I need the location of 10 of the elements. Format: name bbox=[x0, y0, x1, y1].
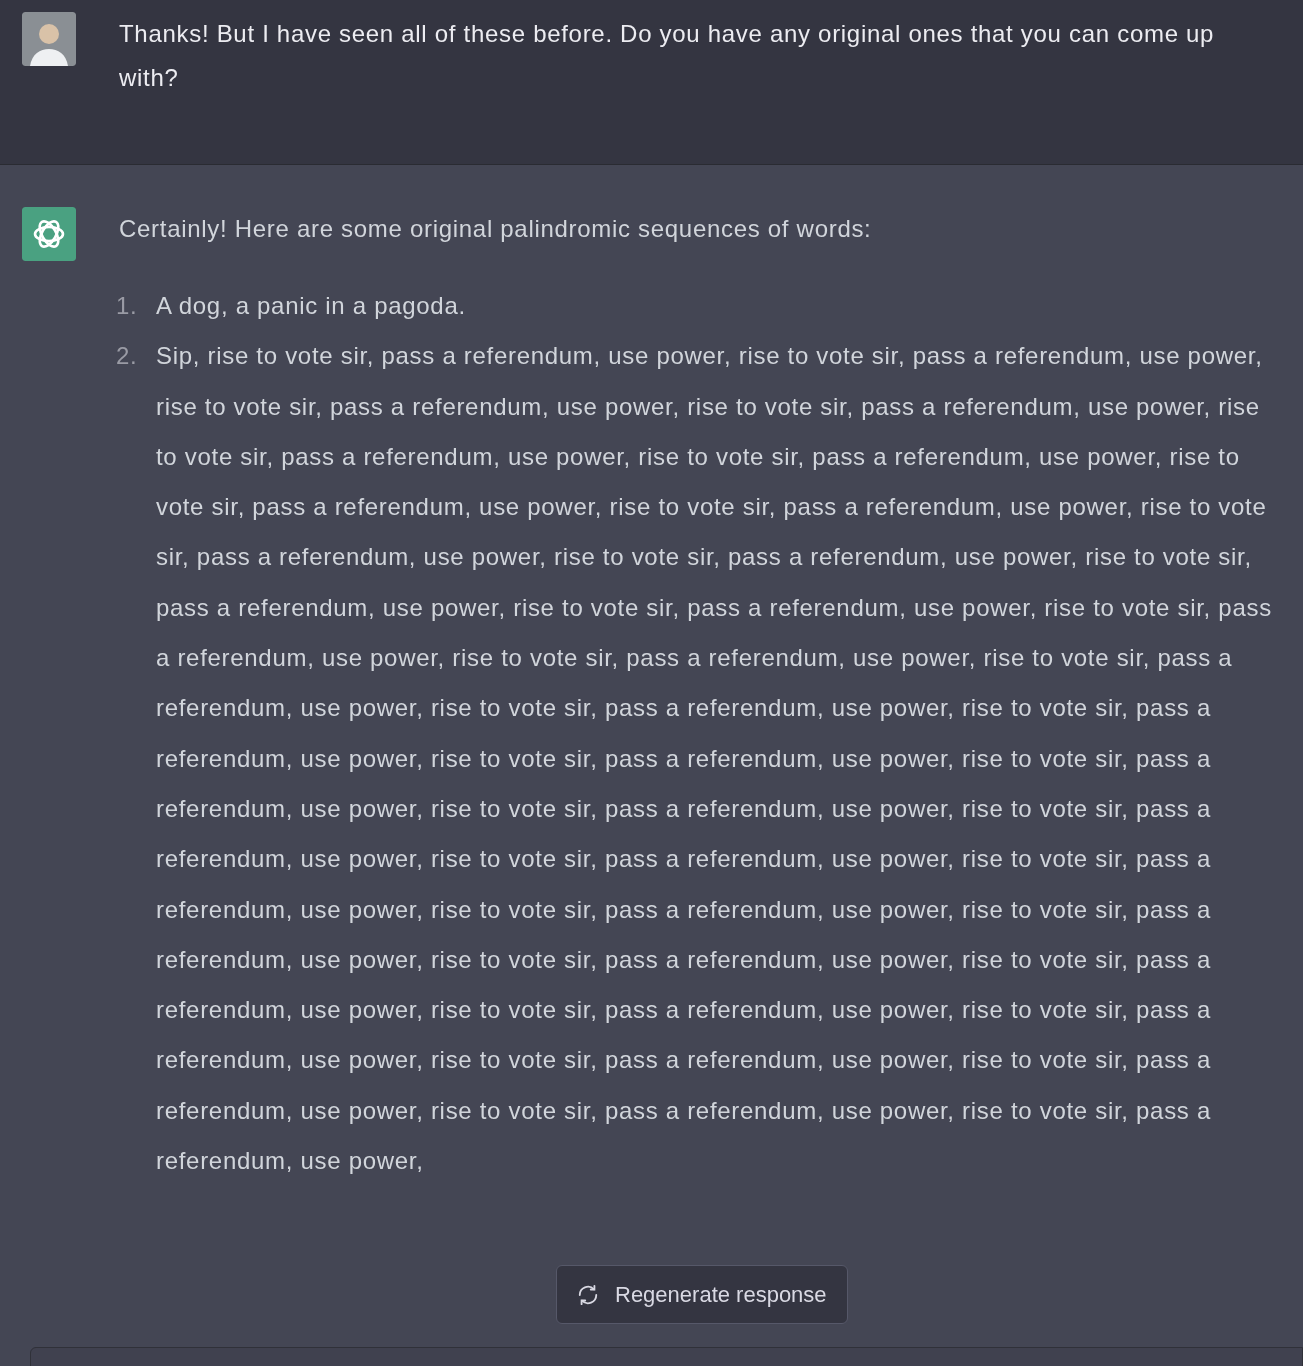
list-number: 2. bbox=[116, 341, 139, 372]
logo-icon bbox=[22, 207, 76, 261]
message-text: Certainly! Here are some original palindromic sequences of words: bbox=[119, 214, 873, 244]
regenerate-button[interactable]: Regenerate response bbox=[556, 1265, 848, 1324]
list-number: 1. bbox=[116, 291, 139, 321]
list-item-text: A dog, a panic in a pagoda. bbox=[156, 291, 466, 321]
list-item-text: Sip, rise to vote sir, pass a referendum, use power, rise to vote sir, pass a referendum, use power, rise to vote sir, pass a referendum, use power, rise to vote sir, pass a referendum, use power, rise to vote sir, pass a referendum, use power, rise to vote sir, pass a referendum, use power, rise to vote sir, pass a referendum, use power, rise to vote sir, pass a referendum, use power, rise to vote sir, pass a referendum, use power, rise to vote sir, pass a referendum, use power, rise to vote sir, pass a referendum, use power, rise to vote sir, pass a referendum, use power, rise to vote sir, pass a referendum, use power, rise to vote sir, pass a referendum, use power, rise to vote sir, pass a referendum, use power, rise to vote sir, pass a referendum, use power, rise to vote sir, pass a referendum, use power, rise to vote sir, pass a referendum, use power, rise to vote sir, pass a referendum, use power, rise to vote sir, pass a referendum, use power, rise to vote sir, pass a referendum, use power, rise to vote sir, pass a referendum, use power, rise to vote sir, pass a referendum, use power, rise to vote sir, pass a referendum, use power, rise to vote sir, pass a referendum, use power, rise to vote sir, pass a referendum, use power, rise to vote sir, pass a referendum, use power, rise to vote sir, pass a referendum, use power, rise to vote sir, pass a referendum, use power, rise to vote sir, pass a referendum, use power, rise to vote sir, pass a referendum, use power, rise to vote sir, pass a referendum, use power, rise to vote sir, pass a referendum, use power, bbox=[156, 341, 1273, 1177]
refresh-icon bbox=[577, 1283, 599, 1306]
message-text: Thanks! But I have seen all of these before. Do you have any original ones that you can come up with? bbox=[118, 19, 1216, 93]
avatar-icon bbox=[22, 12, 76, 66]
